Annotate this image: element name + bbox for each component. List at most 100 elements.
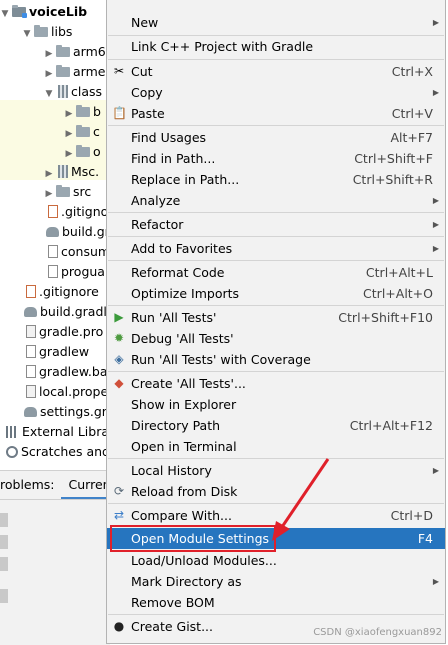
tree-node-local-properties[interactable]: local.prope <box>22 382 108 402</box>
menu-item-link-cpp[interactable]: Link C++ Project with Gradle <box>107 36 445 57</box>
menu-item-label: Run 'All Tests' <box>131 310 217 325</box>
menu-item-label: Remove BOM <box>131 595 215 610</box>
menu-item-debug-tests[interactable]: ✹ Debug 'All Tests' <box>107 328 445 349</box>
script-file-icon <box>26 365 36 378</box>
gradle-icon <box>46 227 59 237</box>
tree-node-arme[interactable]: ▶ arme <box>44 62 106 84</box>
menu-item-paste[interactable]: 📋 Paste Ctrl+V <box>107 103 445 124</box>
tree-node-msc[interactable]: ▶ Msc. <box>44 162 100 184</box>
menu-item-shortcut: Ctrl+Shift+F <box>354 151 433 166</box>
tree-node-build-gradle-module[interactable]: build.gr <box>44 222 110 242</box>
chevron-right-icon[interactable]: ▶ <box>44 184 54 204</box>
tree-node-scratches[interactable]: Scratches and <box>4 442 110 462</box>
gitignore-file-icon <box>26 285 36 298</box>
tree-node-proguard[interactable]: progua <box>44 262 105 282</box>
text-file-icon <box>48 265 58 278</box>
menu-item-shortcut: Ctrl+Alt+O <box>363 286 433 301</box>
toolbar-button[interactable] <box>0 557 8 571</box>
tree-label: build.gr <box>62 224 110 239</box>
menu-item-coverage-tests[interactable]: ◈ Run 'All Tests' with Coverage <box>107 349 445 370</box>
tree-node-b[interactable]: ▶ b <box>64 102 101 122</box>
tree-node-gradle-properties[interactable]: gradle.pro <box>22 322 103 342</box>
toolbar-button[interactable] <box>0 589 8 603</box>
compare-icon: ⇄ <box>113 508 125 522</box>
menu-item-reformat-code[interactable]: Reformat Code Ctrl+Alt+L <box>107 262 445 283</box>
jar-icon <box>58 165 68 178</box>
tree-label: voiceLib <box>29 4 88 19</box>
chevron-right-icon[interactable]: ▶ <box>44 64 54 84</box>
tree-node-voicelib[interactable]: ▼ voiceLib <box>0 2 88 24</box>
chevron-right-icon[interactable]: ▶ <box>64 104 74 124</box>
chevron-right-icon[interactable]: ▶ <box>64 124 74 144</box>
menu-item-label: Copy <box>131 85 163 100</box>
menu-item-run-tests[interactable]: ▶ Run 'All Tests' Ctrl+Shift+F10 <box>107 307 445 328</box>
menu-item-label: Show in Explorer <box>131 397 237 412</box>
menu-item-analyze[interactable]: Analyze ▶ <box>107 190 445 211</box>
menu-item-open-in-terminal[interactable]: Open in Terminal <box>107 436 445 457</box>
menu-separator <box>108 260 444 261</box>
tree-node-libs[interactable]: ▼ libs <box>22 22 73 44</box>
menu-item-label: Replace in Path... <box>131 172 240 187</box>
reload-icon: ⟳ <box>113 484 125 498</box>
tree-node-arm6[interactable]: ▶ arm6 <box>44 42 106 62</box>
menu-item-load-unload-modules[interactable]: Load/Unload Modules... <box>107 550 445 571</box>
menu-separator <box>108 614 444 615</box>
menu-item-label: Analyze <box>131 193 181 208</box>
menu-item-optimize-imports[interactable]: Optimize Imports Ctrl+Alt+O <box>107 283 445 304</box>
menu-item-show-in-explorer[interactable]: Show in Explorer <box>107 394 445 415</box>
menu-item-create-tests[interactable]: ◆ Create 'All Tests'... <box>107 373 445 394</box>
tree-node-gradlew[interactable]: gradlew <box>22 342 89 362</box>
toolbar-button[interactable] <box>0 535 8 549</box>
tree-label: arme <box>73 64 106 79</box>
tree-node-build-gradle[interactable]: build.gradl <box>22 302 107 322</box>
gitignore-file-icon <box>48 205 58 218</box>
submenu-arrow-icon: ▶ <box>432 18 439 27</box>
chevron-right-icon[interactable]: ▶ <box>44 164 54 184</box>
annotation-highlight-box <box>110 525 276 552</box>
menu-item-shortcut: Ctrl+Alt+F12 <box>349 418 433 433</box>
menu-item-copy[interactable]: Copy ▶ <box>107 82 445 103</box>
chevron-down-icon[interactable]: ▼ <box>22 24 32 44</box>
tab-problems[interactable]: roblems: <box>0 471 61 499</box>
tree-node-gradlew-bat[interactable]: gradlew.ba <box>22 362 107 382</box>
tree-label: settings.gr <box>40 404 107 419</box>
chevron-right-icon[interactable]: ▶ <box>64 144 74 164</box>
menu-item-find-in-path[interactable]: Find in Path... Ctrl+Shift+F <box>107 148 445 169</box>
tree-label: consum <box>61 244 110 259</box>
problems-panel: roblems: Curren <box>0 470 110 645</box>
menu-item-shortcut: Ctrl+Alt+L <box>365 265 433 280</box>
chevron-right-icon[interactable]: ▶ <box>44 44 54 64</box>
submenu-arrow-icon: ▶ <box>432 577 439 586</box>
menu-item-refactor[interactable]: Refactor ▶ <box>107 214 445 235</box>
folder-icon <box>76 145 90 157</box>
menu-item-shortcut: F4 <box>417 531 433 546</box>
menu-item-replace-in-path[interactable]: Replace in Path... Ctrl+Shift+R <box>107 169 445 190</box>
menu-item-new[interactable]: New ▶ <box>107 12 445 33</box>
tree-node-o[interactable]: ▶ o <box>64 142 101 162</box>
tree-label: .gitignore <box>39 284 99 299</box>
tree-node-src[interactable]: ▶ src <box>44 182 92 204</box>
tree-node-c[interactable]: ▶ c <box>64 122 100 142</box>
watermark: CSDN @xiaofengxuan892 <box>313 627 442 638</box>
tab-current-file[interactable]: Curren <box>60 472 110 499</box>
chevron-down-icon[interactable]: ▼ <box>0 4 10 24</box>
chevron-down-icon[interactable]: ▼ <box>44 84 54 104</box>
menu-item-add-to-favorites[interactable]: Add to Favorites ▶ <box>107 238 445 259</box>
tree-node-gitignore-module[interactable]: .gitigno <box>44 202 108 222</box>
toolbar-button[interactable] <box>0 513 8 527</box>
tree-node-gitignore[interactable]: .gitignore <box>22 282 99 302</box>
tree-node-settings-gradle[interactable]: settings.gr <box>22 402 107 422</box>
menu-item-directory-path[interactable]: Directory Path Ctrl+Alt+F12 <box>107 415 445 436</box>
menu-item-remove-bom[interactable]: Remove BOM <box>107 592 445 613</box>
clipboard-icon: 📋 <box>112 106 127 120</box>
tree-node-consumer[interactable]: consum <box>44 242 110 262</box>
tree-node-external-libraries[interactable]: External Libra <box>4 422 109 442</box>
menu-item-cut[interactable]: ✂ Cut Ctrl+X <box>107 61 445 82</box>
menu-item-mark-directory-as[interactable]: Mark Directory as ▶ <box>107 571 445 592</box>
menu-item-label: Create 'All Tests'... <box>131 376 246 391</box>
menu-item-label: Load/Unload Modules... <box>131 553 277 568</box>
tree-node-class[interactable]: ▼ class <box>44 82 103 104</box>
menu-item-find-usages[interactable]: Find Usages Alt+F7 <box>107 127 445 148</box>
tree-label: .gitigno <box>61 204 109 219</box>
submenu-arrow-icon: ▶ <box>432 466 439 475</box>
